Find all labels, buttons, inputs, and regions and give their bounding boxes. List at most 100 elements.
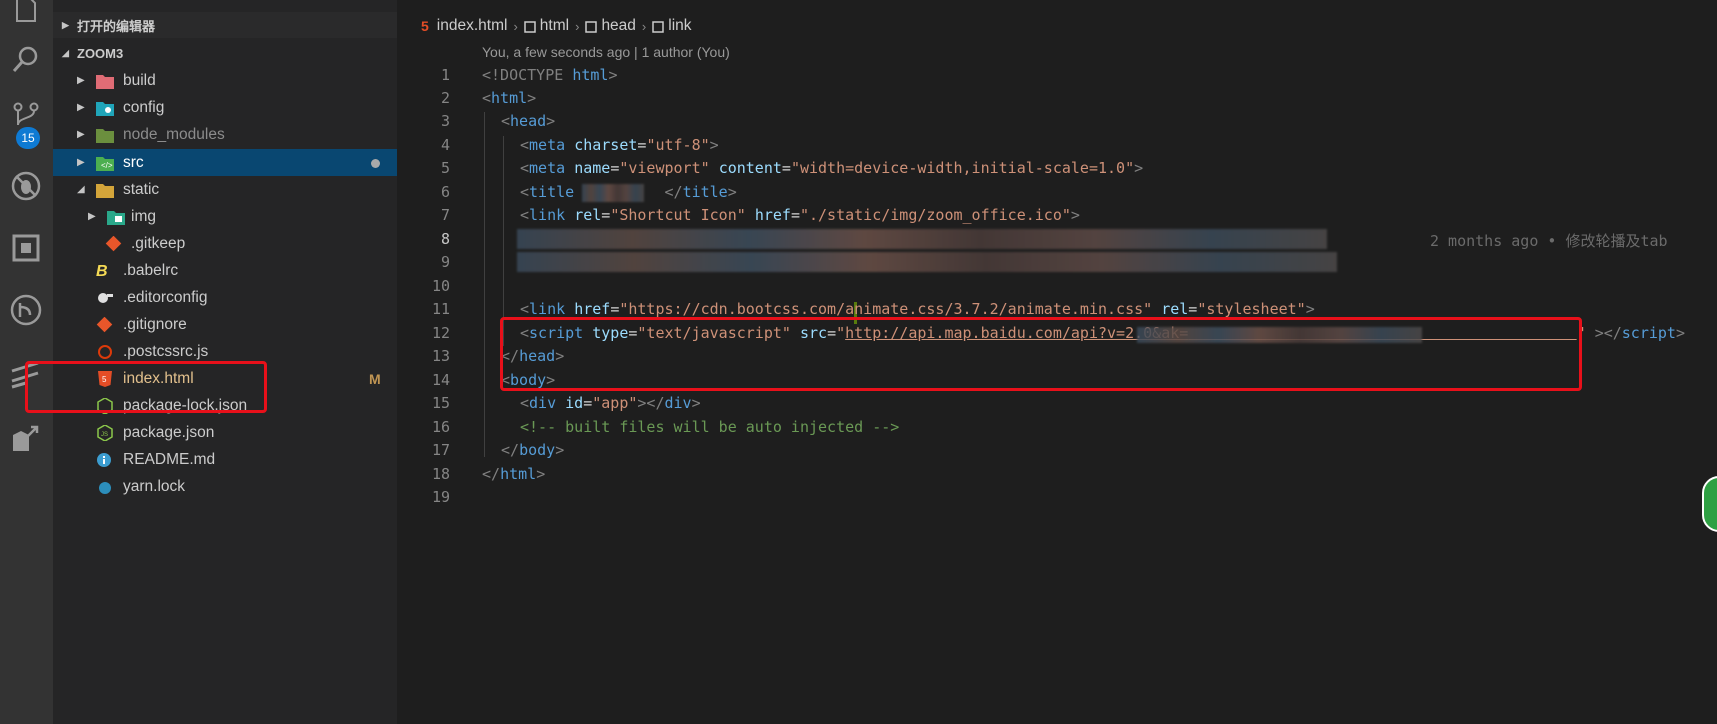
explorer-sidebar: ▶ 打开的编辑器 ◢ ZOOM3 ▶ build ▶ config ▶ node… (25, 0, 397, 724)
tree-item-label: .gitignore (123, 315, 187, 333)
tree-item-build[interactable]: ▶ build (53, 67, 397, 94)
tree-item-node-modules[interactable]: ▶ node_modules (53, 121, 397, 148)
folder-src-icon: </> (96, 155, 114, 171)
string-token: "app" (592, 394, 638, 412)
tree-item-label: README.md (123, 450, 216, 468)
folder-open-icon (96, 182, 114, 198)
redacted-region (517, 252, 1337, 272)
tree-item-static[interactable]: ◢ static (53, 176, 397, 203)
code-line-16[interactable]: <!-- built files will be auto injected -… (520, 418, 899, 436)
element-icon (524, 20, 536, 33)
line-number: 18 (431, 465, 450, 483)
chevron-right-icon: ▶ (77, 129, 85, 140)
tree-item-label: config (123, 98, 165, 116)
breadcrumb-html[interactable]: html (540, 17, 569, 35)
breadcrumb-head[interactable]: head (601, 17, 635, 35)
tree-item-label: .babelrc (123, 261, 179, 279)
chevron-right-icon: › (641, 18, 647, 34)
line-number: 16 (431, 418, 450, 436)
tree-item-babelrc[interactable]: B .babelrc (53, 257, 397, 284)
nodejs-icon: JS (96, 423, 114, 442)
annotation-box-file (25, 361, 267, 413)
code-line-3[interactable]: <head> (501, 112, 555, 130)
tag-token: meta (529, 159, 566, 177)
code-line-5[interactable]: <meta name="viewport" content="width=dev… (520, 159, 1143, 177)
inline-blame[interactable]: 2 months ago • 修改轮播及tab (1430, 230, 1668, 251)
tag-token: meta (529, 136, 566, 154)
tree-item-editorconfig[interactable]: .editorconfig (53, 284, 397, 311)
extensions-icon[interactable] (8, 230, 44, 266)
string-token: "./static/img/zoom_office.ico" (799, 206, 1071, 224)
line-number: 1 (440, 66, 450, 84)
annotation-box-code (500, 317, 1582, 391)
yarn-icon (96, 479, 114, 495)
html-icon: 5 (421, 18, 429, 34)
breadcrumb: 5 index.html › html › head › link (421, 14, 692, 38)
tree-item-package-json[interactable]: JS package.json (53, 419, 397, 446)
project-label: ZOOM3 (77, 45, 124, 61)
code-line-4[interactable]: <meta charset="utf-8"> (520, 136, 719, 154)
redacted-region (582, 184, 644, 202)
svg-text:JS: JS (101, 432, 108, 438)
chevron-right-icon: ▶ (77, 75, 85, 86)
code-line-17[interactable]: </body> (501, 441, 564, 459)
line-number: 4 (440, 136, 450, 154)
folder-image-icon (107, 209, 125, 225)
tree-item-label: src (123, 153, 144, 171)
string-token: "width=device-width,initial-scale=1.0" (790, 159, 1135, 177)
source-control-badge: 15 (16, 127, 40, 149)
attr-token: rel (1161, 300, 1189, 318)
tag-token: body (519, 441, 556, 459)
breadcrumb-link[interactable]: link (668, 17, 691, 35)
element-icon (585, 20, 598, 33)
tree-item-config[interactable]: ▶ config (53, 94, 397, 121)
line-number: 13 (431, 347, 450, 365)
attr-token: content (718, 159, 782, 177)
code-line-2[interactable]: <html> (482, 89, 536, 107)
code-line-1[interactable]: <!DOCTYPE html> (482, 66, 617, 84)
project-section[interactable]: ◢ ZOOM3 (53, 40, 397, 66)
chevron-right-icon: › (513, 18, 518, 34)
chevron-down-icon: ◢ (62, 47, 69, 58)
tag-token: link (529, 300, 566, 318)
attr-token: name (574, 159, 611, 177)
code-line-11[interactable]: <link href="https://cdn.bootcss.com/anim… (520, 300, 1315, 318)
string-token: "utf-8" (646, 136, 710, 154)
tree-item-readme[interactable]: README.md (53, 446, 397, 473)
search-icon[interactable] (8, 42, 44, 78)
tree-item-img[interactable]: ▶ img (53, 203, 397, 230)
tree-item-label: build (123, 71, 156, 89)
files-icon[interactable] (8, 0, 44, 26)
line-number: 10 (431, 277, 450, 295)
deploy-icon[interactable] (8, 420, 44, 456)
tree-item-gitkeep[interactable]: .gitkeep (53, 230, 397, 257)
tree-item-src[interactable]: ▶ </> src (53, 149, 397, 176)
tag-token: link (529, 206, 566, 224)
open-editors-section[interactable]: ▶ 打开的编辑器 (53, 12, 397, 38)
attr-token: charset (574, 136, 638, 154)
tag-token: head (510, 112, 547, 130)
git-icon (105, 235, 123, 252)
debug-icon[interactable] (8, 168, 44, 204)
line-number: 3 (440, 112, 450, 130)
tag-token: title (682, 183, 728, 201)
comment-token: <!-- built files will be auto injected -… (520, 418, 900, 436)
line-number: 2 (440, 89, 450, 107)
open-editors-label: 打开的编辑器 (77, 18, 156, 34)
tree-item-gitignore[interactable]: .gitignore (53, 311, 397, 338)
code-line-15[interactable]: <div id="app"></div> (520, 394, 701, 412)
line-number: 17 (431, 441, 450, 459)
git-lens-icon[interactable] (8, 292, 44, 328)
string-token: "https://cdn.bootcss.com/animate.css/3.7… (619, 300, 1153, 318)
code-line-18[interactable]: </html> (482, 465, 545, 483)
floating-extension-icon[interactable] (1702, 476, 1717, 532)
line-number: 11 (431, 300, 450, 318)
code-line-7[interactable]: <link rel="Shortcut Icon" href="./static… (520, 206, 1080, 224)
codelens-blame[interactable]: You, a few seconds ago | 1 author (You) (482, 44, 730, 60)
breadcrumb-file[interactable]: index.html (437, 17, 508, 35)
folder-red-icon (96, 73, 114, 89)
tag-token: html (500, 465, 537, 483)
tree-item-label: yarn.lock (123, 477, 186, 495)
tree-item-label: package.json (123, 423, 215, 441)
tree-item-yarn-lock[interactable]: yarn.lock (53, 473, 397, 500)
